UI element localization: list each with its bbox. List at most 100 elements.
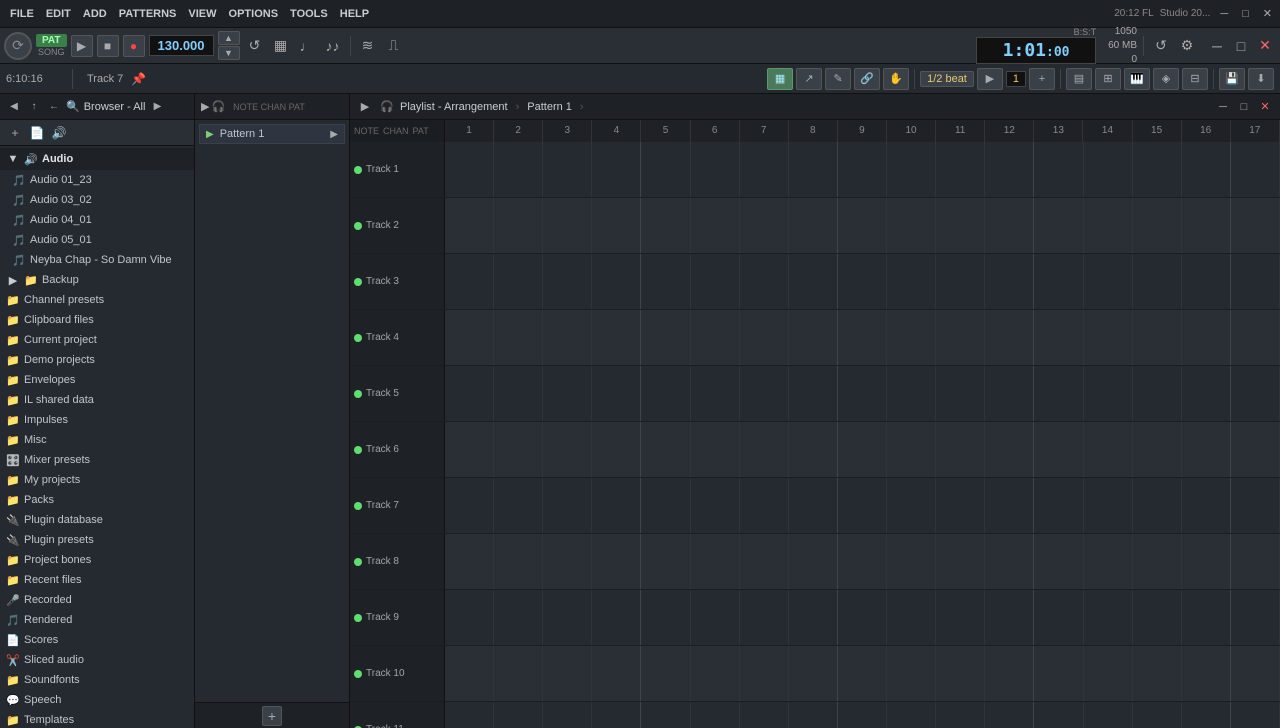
track-9-cells[interactable] [445,590,1280,645]
track-11-cells[interactable] [445,702,1280,728]
sidebar-item-impulses[interactable]: 📁 Impulses [0,410,194,430]
menu-file[interactable]: FILE [4,6,40,22]
window-maximize-btn[interactable]: □ [1238,8,1253,20]
sidebar-pin-btn[interactable]: ▶ [149,99,165,115]
sidebar-item-audio05[interactable]: 🎵 Audio 05_01 [0,230,194,250]
time-sig-btn2[interactable]: ▼ [218,46,240,60]
track-10-cells[interactable] [445,646,1280,701]
menu-tools[interactable]: TOOLS [284,6,334,22]
mixer-view-btn[interactable]: ▤ [1066,68,1092,90]
sidebar-item-sliced-audio[interactable]: ✂️ Sliced audio [0,650,194,670]
tool-draw-btn[interactable]: ✎ [825,68,851,90]
playlist-min-btn[interactable]: ─ [1214,98,1232,116]
playlist-headphone-btn[interactable]: 🎧 [378,98,396,116]
beat-selector[interactable]: 1/2 beat [920,71,974,87]
sidebar-item-channel-presets[interactable]: 📁 Channel presets [0,290,194,310]
pattern-add-button[interactable]: + [262,706,282,726]
track-5-cells[interactable] [445,366,1280,421]
sidebar-file-btn[interactable]: 📄 [28,124,46,142]
piano-roll-btn[interactable]: 🎹 [1124,68,1150,90]
tool-mute-btn[interactable]: ✋ [883,68,909,90]
metronome-btn[interactable]: ♪♪ [322,35,344,57]
win-min-btn[interactable]: ─ [1206,35,1228,57]
play-button[interactable]: ▶ [71,35,93,57]
sidebar-item-clipboard[interactable]: 📁 Clipboard files [0,310,194,330]
pattern-btn[interactable]: ◈ [1153,68,1179,90]
menu-add[interactable]: ADD [77,6,113,22]
sidebar-item-soundfonts[interactable]: 📁 Soundfonts [0,670,194,690]
track-6-cells[interactable] [445,422,1280,477]
pat-button[interactable]: PAT [36,34,67,47]
play-from-btn[interactable]: ▶ [977,68,1003,90]
sidebar-item-envelopes[interactable]: 📁 Envelopes [0,370,194,390]
win-close-btn[interactable]: ✕ [1254,35,1276,57]
pattern-item-1[interactable]: ▶ Pattern 1 ▶ [199,124,345,144]
mixer-btn[interactable]: ⚙ [1176,35,1198,57]
win-max-btn[interactable]: □ [1230,35,1252,57]
menu-patterns[interactable]: PATTERNS [113,6,183,22]
sidebar-item-backup[interactable]: ▶ 📁 Backup [0,270,194,290]
record-button[interactable]: ● [123,35,145,57]
save-btn[interactable]: 💾 [1219,68,1245,90]
track-1-cells[interactable] [445,142,1280,197]
track-4-cells[interactable] [445,310,1280,365]
bpm-display[interactable]: 130.000 [149,35,214,56]
sidebar-item-audio04[interactable]: 🎵 Audio 04_01 [0,210,194,230]
sidebar-item-recent-files[interactable]: 📁 Recent files [0,570,194,590]
track-2-green-dot[interactable] [354,222,362,230]
tool-link-btn[interactable]: 🔗 [854,68,880,90]
menu-help[interactable]: HELP [334,6,375,22]
step-seq-btn[interactable]: ⊟ [1182,68,1208,90]
main-knob[interactable]: ⟳ [4,32,32,60]
menu-view[interactable]: VIEW [182,6,222,22]
track-3-cells[interactable] [445,254,1280,309]
sidebar-item-packs[interactable]: 📁 Packs [0,490,194,510]
sidebar-volume-btn[interactable]: 🔊 [50,124,68,142]
sidebar-item-project-bones[interactable]: 📁 Project bones [0,550,194,570]
playlist-play-btn[interactable]: ▶ [356,98,374,116]
sidebar-item-misc[interactable]: 📁 Misc [0,430,194,450]
beat-btn[interactable]: ♩ [296,35,318,57]
sidebar-item-current-project[interactable]: 📁 Current project [0,330,194,350]
sidebar-prev-btn[interactable]: ← [46,99,62,115]
loop-btn[interactable]: ↺ [244,35,266,57]
fx-btn[interactable]: ⎍ [383,35,405,57]
sidebar-item-mixer-presets[interactable]: 🎛️ Mixer presets [0,450,194,470]
tracks-grid[interactable]: NOTE CHAN PAT 1 2 3 4 5 6 7 8 9 10 [350,120,1280,728]
sidebar-add-btn[interactable]: + [6,124,24,142]
sidebar-item-plugin-presets[interactable]: 🔌 Plugin presets [0,530,194,550]
playlist-view-btn[interactable]: ▦ [767,68,793,90]
window-minimize-btn[interactable]: ─ [1216,8,1232,20]
render-btn[interactable]: ⬇ [1248,68,1274,90]
sidebar-item-recorded[interactable]: 🎤 Recorded [0,590,194,610]
sidebar-item-scores[interactable]: 📄 Scores [0,630,194,650]
sidebar-item-plugin-db[interactable]: 🔌 Plugin database [0,510,194,530]
track-8-cells[interactable] [445,534,1280,589]
snap-up-btn[interactable]: + [1029,68,1055,90]
track-pin-btn[interactable]: 📌 [131,72,146,86]
track-10-green-dot[interactable] [354,670,362,678]
track-1-green-dot[interactable] [354,166,362,174]
pattern-headphone-btn[interactable]: 🎧 [211,100,225,113]
playlist-close-btn2[interactable]: ✕ [1256,98,1274,116]
step-btn[interactable]: ▦ [270,35,292,57]
sidebar-up-btn[interactable]: ↑ [26,99,42,115]
sidebar-item-audio03[interactable]: 🎵 Audio 03_02 [0,190,194,210]
track-8-green-dot[interactable] [354,558,362,566]
track-7-cells[interactable] [445,478,1280,533]
sidebar-item-neyba[interactable]: 🎵 Neyba Chap - So Damn Vibe [0,250,194,270]
tool-arrow-btn[interactable]: ↗ [796,68,822,90]
stop-button[interactable]: ■ [97,35,119,57]
pattern-expand-btn[interactable]: ▶ [330,129,338,140]
menu-edit[interactable]: EDIT [40,6,77,22]
channel-btn[interactable]: ⊞ [1095,68,1121,90]
sidebar-item-audio[interactable]: ▼ 🔊 Audio [0,148,194,170]
sidebar-item-rendered[interactable]: 🎵 Rendered [0,610,194,630]
time-sig-btn1[interactable]: ▲ [218,31,240,45]
track-9-green-dot[interactable] [354,614,362,622]
eq-btn[interactable]: ≋ [357,35,379,57]
track-6-green-dot[interactable] [354,446,362,454]
track-5-green-dot[interactable] [354,390,362,398]
pattern-play-btn[interactable]: ▶ [201,100,209,113]
refresh-btn[interactable]: ↺ [1150,35,1172,57]
